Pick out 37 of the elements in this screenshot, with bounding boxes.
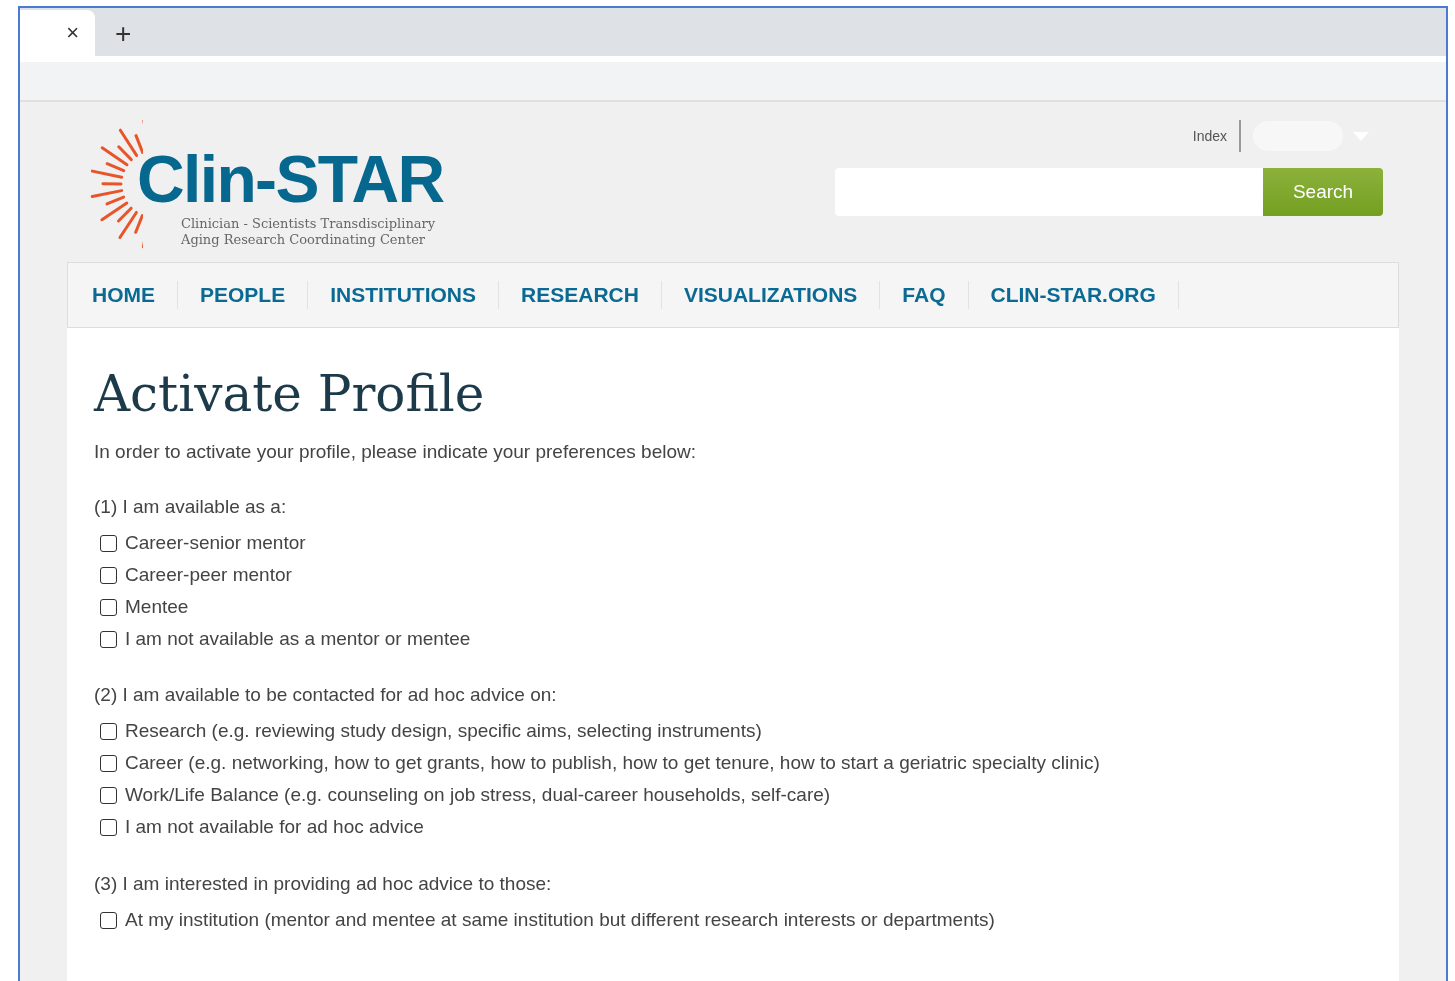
page-title: Activate Profile [94,364,485,424]
nav-link[interactable]: CLIN-STAR.ORG [968,281,1179,309]
checkbox-label[interactable]: Career-senior mentor [125,528,306,558]
nav-link[interactable]: PEOPLE [178,281,309,309]
nav-link[interactable]: HOME [70,281,178,309]
close-tab-button[interactable]: × [66,22,79,44]
checkbox-label[interactable]: Career (e.g. networking, how to get grants, how to publish, how to get tenure, how to start a geriatric specialty clinic) [125,749,1100,778]
nav-link[interactable]: VISUALIZATIONS [661,281,881,309]
question-text: (2) I am available to be contacted for ad hoc advice on: [94,683,557,707]
checkbox[interactable] [100,723,117,740]
logo-title: Clin-STAR [137,146,444,212]
checkbox-label[interactable]: Work/Life Balance (e.g. counseling on job stress, dual-career households, self-care) [125,781,831,810]
logo-subtitle: Aging Research Coordinating Center [181,232,427,248]
checkbox[interactable] [100,755,117,772]
checkbox[interactable] [100,630,117,648]
checkbox-label[interactable]: At my institution (mentor and mentee at same institution but different research interests or departments) [125,905,995,935]
checkbox[interactable] [100,566,117,584]
checkbox-label[interactable]: I am not available as a mentor or mentee [125,624,471,654]
checkbox-label[interactable]: I am not available for ad hoc advice [125,813,424,842]
checkbox[interactable] [100,911,117,929]
checkbox-label[interactable]: Research (e.g. reviewing study design, specific aims, selecting instruments) [125,717,762,746]
nav-link[interactable]: FAQ [880,281,969,309]
logo-subtitle: Clinician - Scientists Transdisciplinary [181,216,437,232]
checkbox[interactable] [100,598,117,616]
index-link[interactable]: Index [1192,120,1241,152]
nav-link[interactable]: RESEARCH [499,281,662,309]
question-text: (3) I am interested in providing ad hoc advice to those: [94,871,552,896]
intro-text: In order to activate your profile, please indicate your preferences below: [94,440,696,464]
search-field[interactable] [835,168,1263,216]
new-tab-button[interactable]: + [115,20,132,48]
checkbox[interactable] [100,534,117,552]
checkbox-label[interactable]: Mentee [125,592,189,622]
checkbox-label[interactable]: Career-peer mentor [125,560,292,590]
checkbox[interactable] [100,819,117,836]
question-text: (1) I am available as a: [94,494,287,519]
checkbox[interactable] [100,787,117,804]
nav-link[interactable]: INSTITUTIONS [308,281,500,309]
